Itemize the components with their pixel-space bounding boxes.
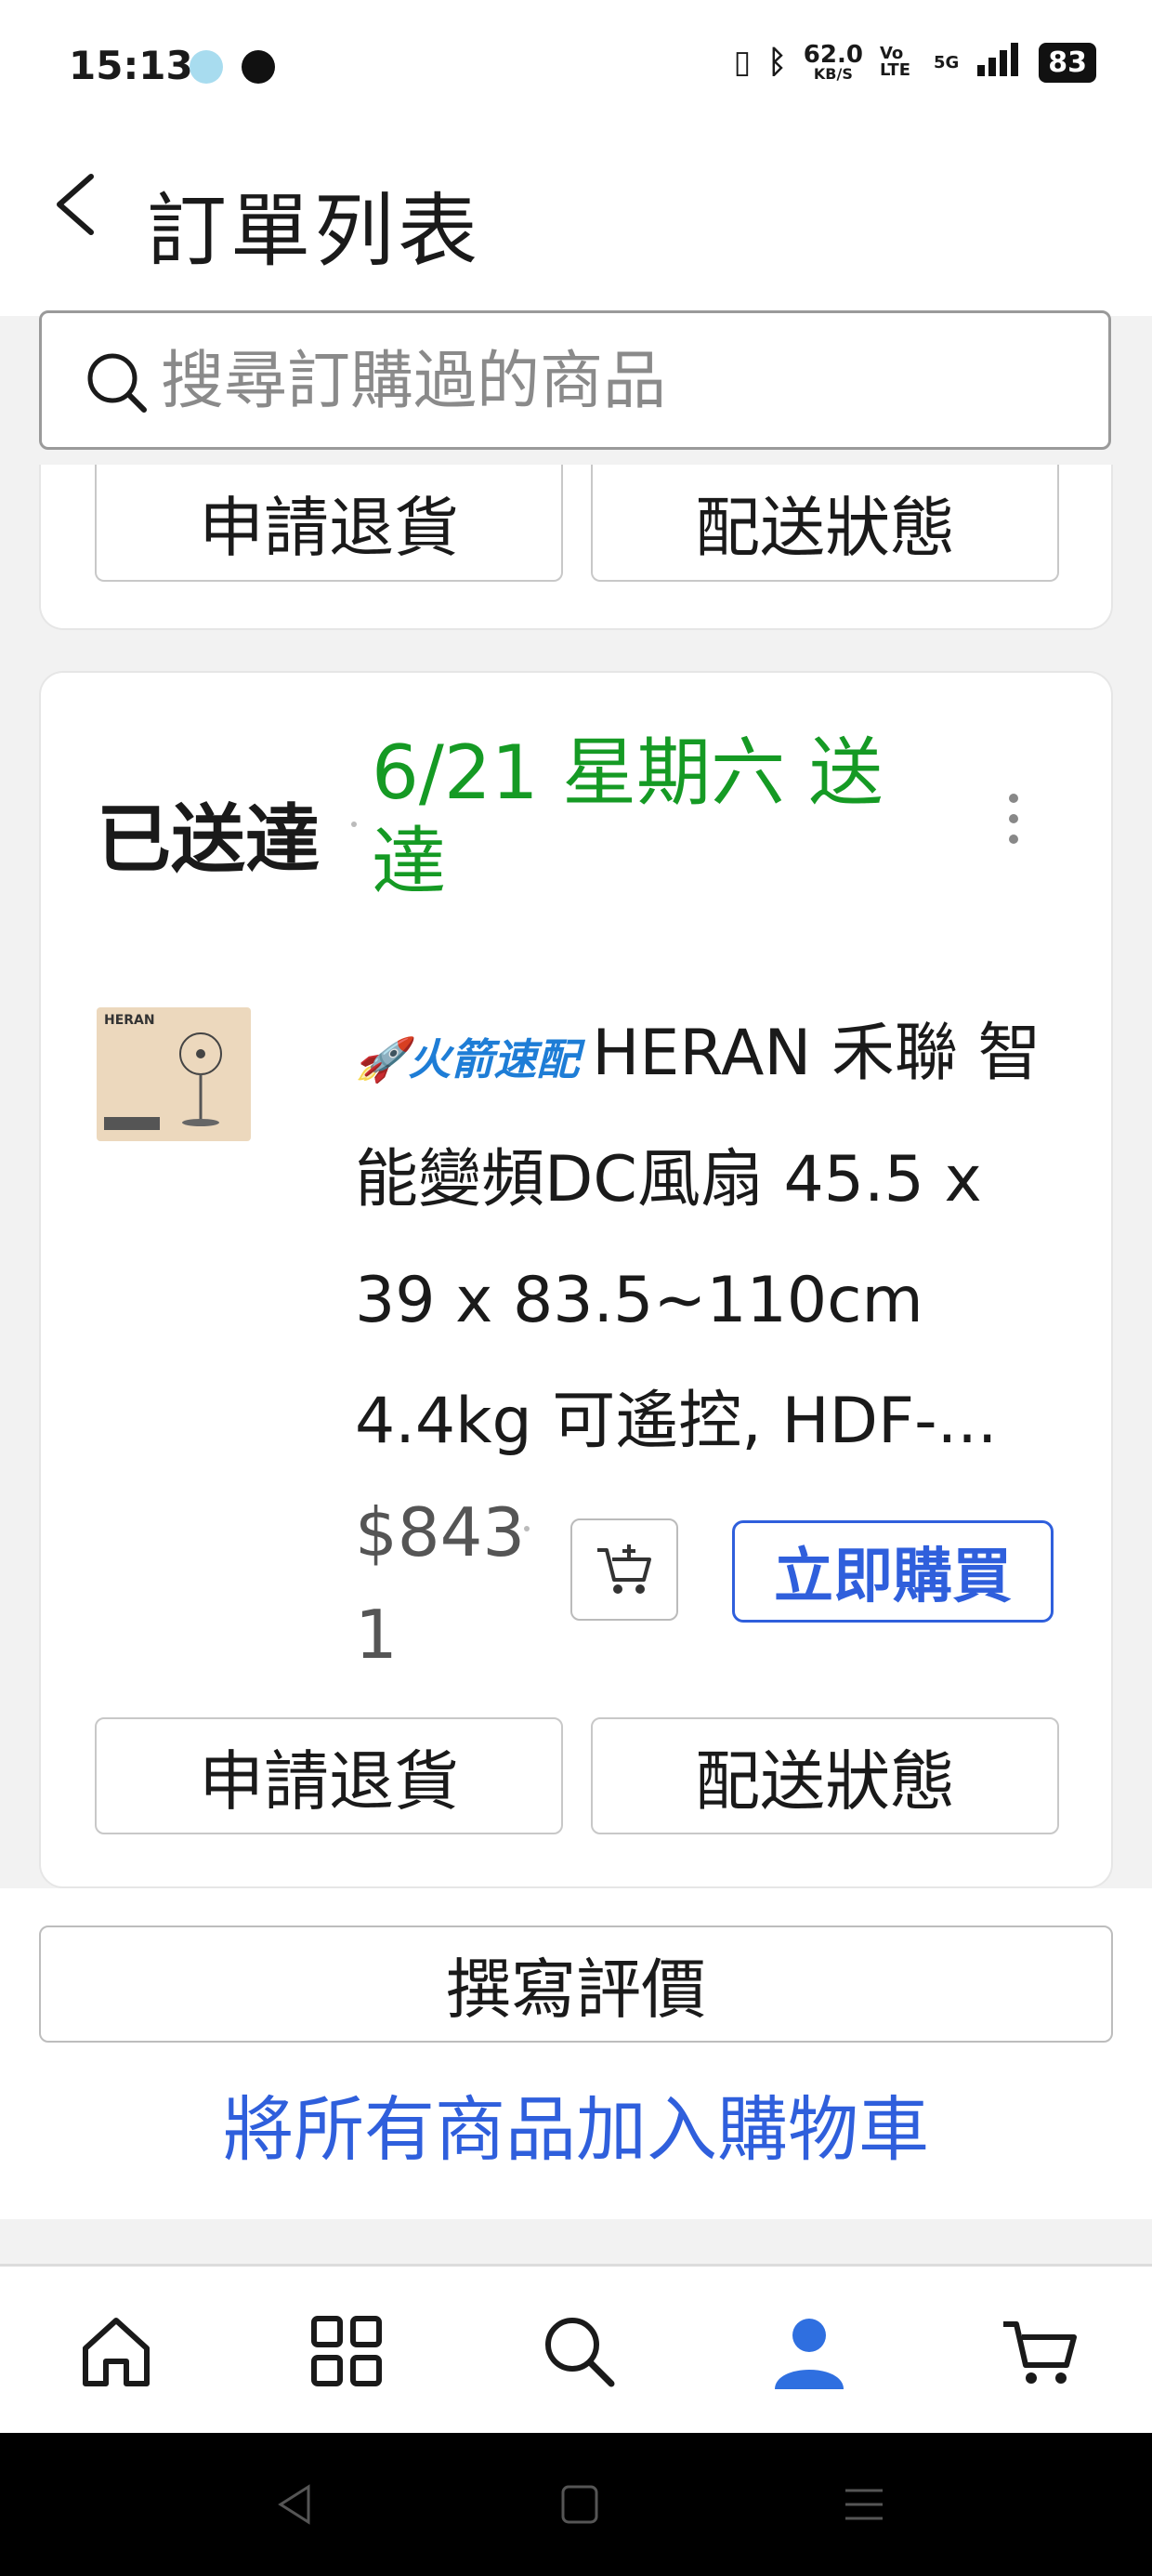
search-input[interactable] [159,334,1073,428]
back-button[interactable] [43,167,117,242]
search-icon [87,353,147,413]
status-bar: 15:13 ▯ ᛒ 62.0 KB/S Vo LTE 5G 83 [0,0,1152,130]
add-to-cart-button[interactable] [570,1518,678,1621]
signal-5g-label: 5G [933,52,960,72]
page-header: 訂單列表 [0,130,1152,316]
volte-indicator: Vo LTE [879,44,911,80]
thumbnail-brand: HERAN [104,1013,155,1028]
product-price: $843 1 [355,1493,526,1674]
system-navigation-bar [0,2433,1152,2576]
nav-back-icon[interactable] [269,2481,325,2528]
return-button[interactable]: 申請退貨 [95,1717,563,1834]
signal-icon [975,41,1022,84]
account-icon[interactable] [767,2309,851,2393]
network-speed: 62.0 KB/S [803,41,863,83]
buy-now-button[interactable]: 立即購買 [732,1520,1054,1623]
separator-dot [351,821,357,827]
add-to-cart-icon [597,1544,651,1594]
product-thumbnail[interactable]: HERAN [97,1007,251,1141]
delivery-date: 6/21 星期六 送達 [372,729,884,905]
search-icon[interactable] [537,2309,621,2393]
nav-menu-icon[interactable] [836,2481,892,2528]
price-separator-dot [524,1526,530,1531]
product-title[interactable]: 🚀火箭速配 HERAN 禾聯 智能變頻DC風扇 45.5 x 39 x 83.5~… [355,993,1061,1482]
nav-home-icon[interactable] [552,2481,608,2528]
chevron-left-icon [57,174,94,235]
sync-notification-icon [242,50,275,84]
home-icon[interactable] [74,2309,158,2393]
status-time: 15:13 [69,43,193,88]
bluetooth-icon: ᛒ [767,44,787,81]
write-review-button[interactable]: 撰寫評價 [39,1925,1113,2043]
more-options-icon[interactable] [1004,794,1023,849]
categories-icon[interactable] [305,2309,388,2393]
previous-order-card: 申請退貨 配送狀態 [39,465,1113,630]
page-title: 訂單列表 [147,185,481,278]
order-card: 已送達 6/21 星期六 送達 HERAN 🚀火箭速配 HERAN 禾聯 智能變頻… [39,671,1113,1888]
bottom-tab-bar [0,2264,1152,2436]
status-indicators: ▯ ᛒ 62.0 KB/S Vo LTE 5G 83 [734,41,1096,84]
search-bar[interactable] [39,310,1111,450]
order-status: 已送達 [97,796,320,883]
app-notification-icon [190,50,223,84]
shipping-status-button[interactable]: 配送狀態 [591,465,1059,582]
vibrate-icon: ▯ [733,44,752,81]
shipping-status-button[interactable]: 配送狀態 [591,1717,1059,1834]
add-all-to-cart-link[interactable]: 將所有商品加入購物車 [0,2072,1152,2175]
battery-indicator: 83 [1039,42,1096,83]
return-button[interactable]: 申請退貨 [95,465,563,582]
rocket-delivery-badge: 🚀火箭速配 [355,1034,580,1084]
cart-icon[interactable] [998,2309,1081,2393]
